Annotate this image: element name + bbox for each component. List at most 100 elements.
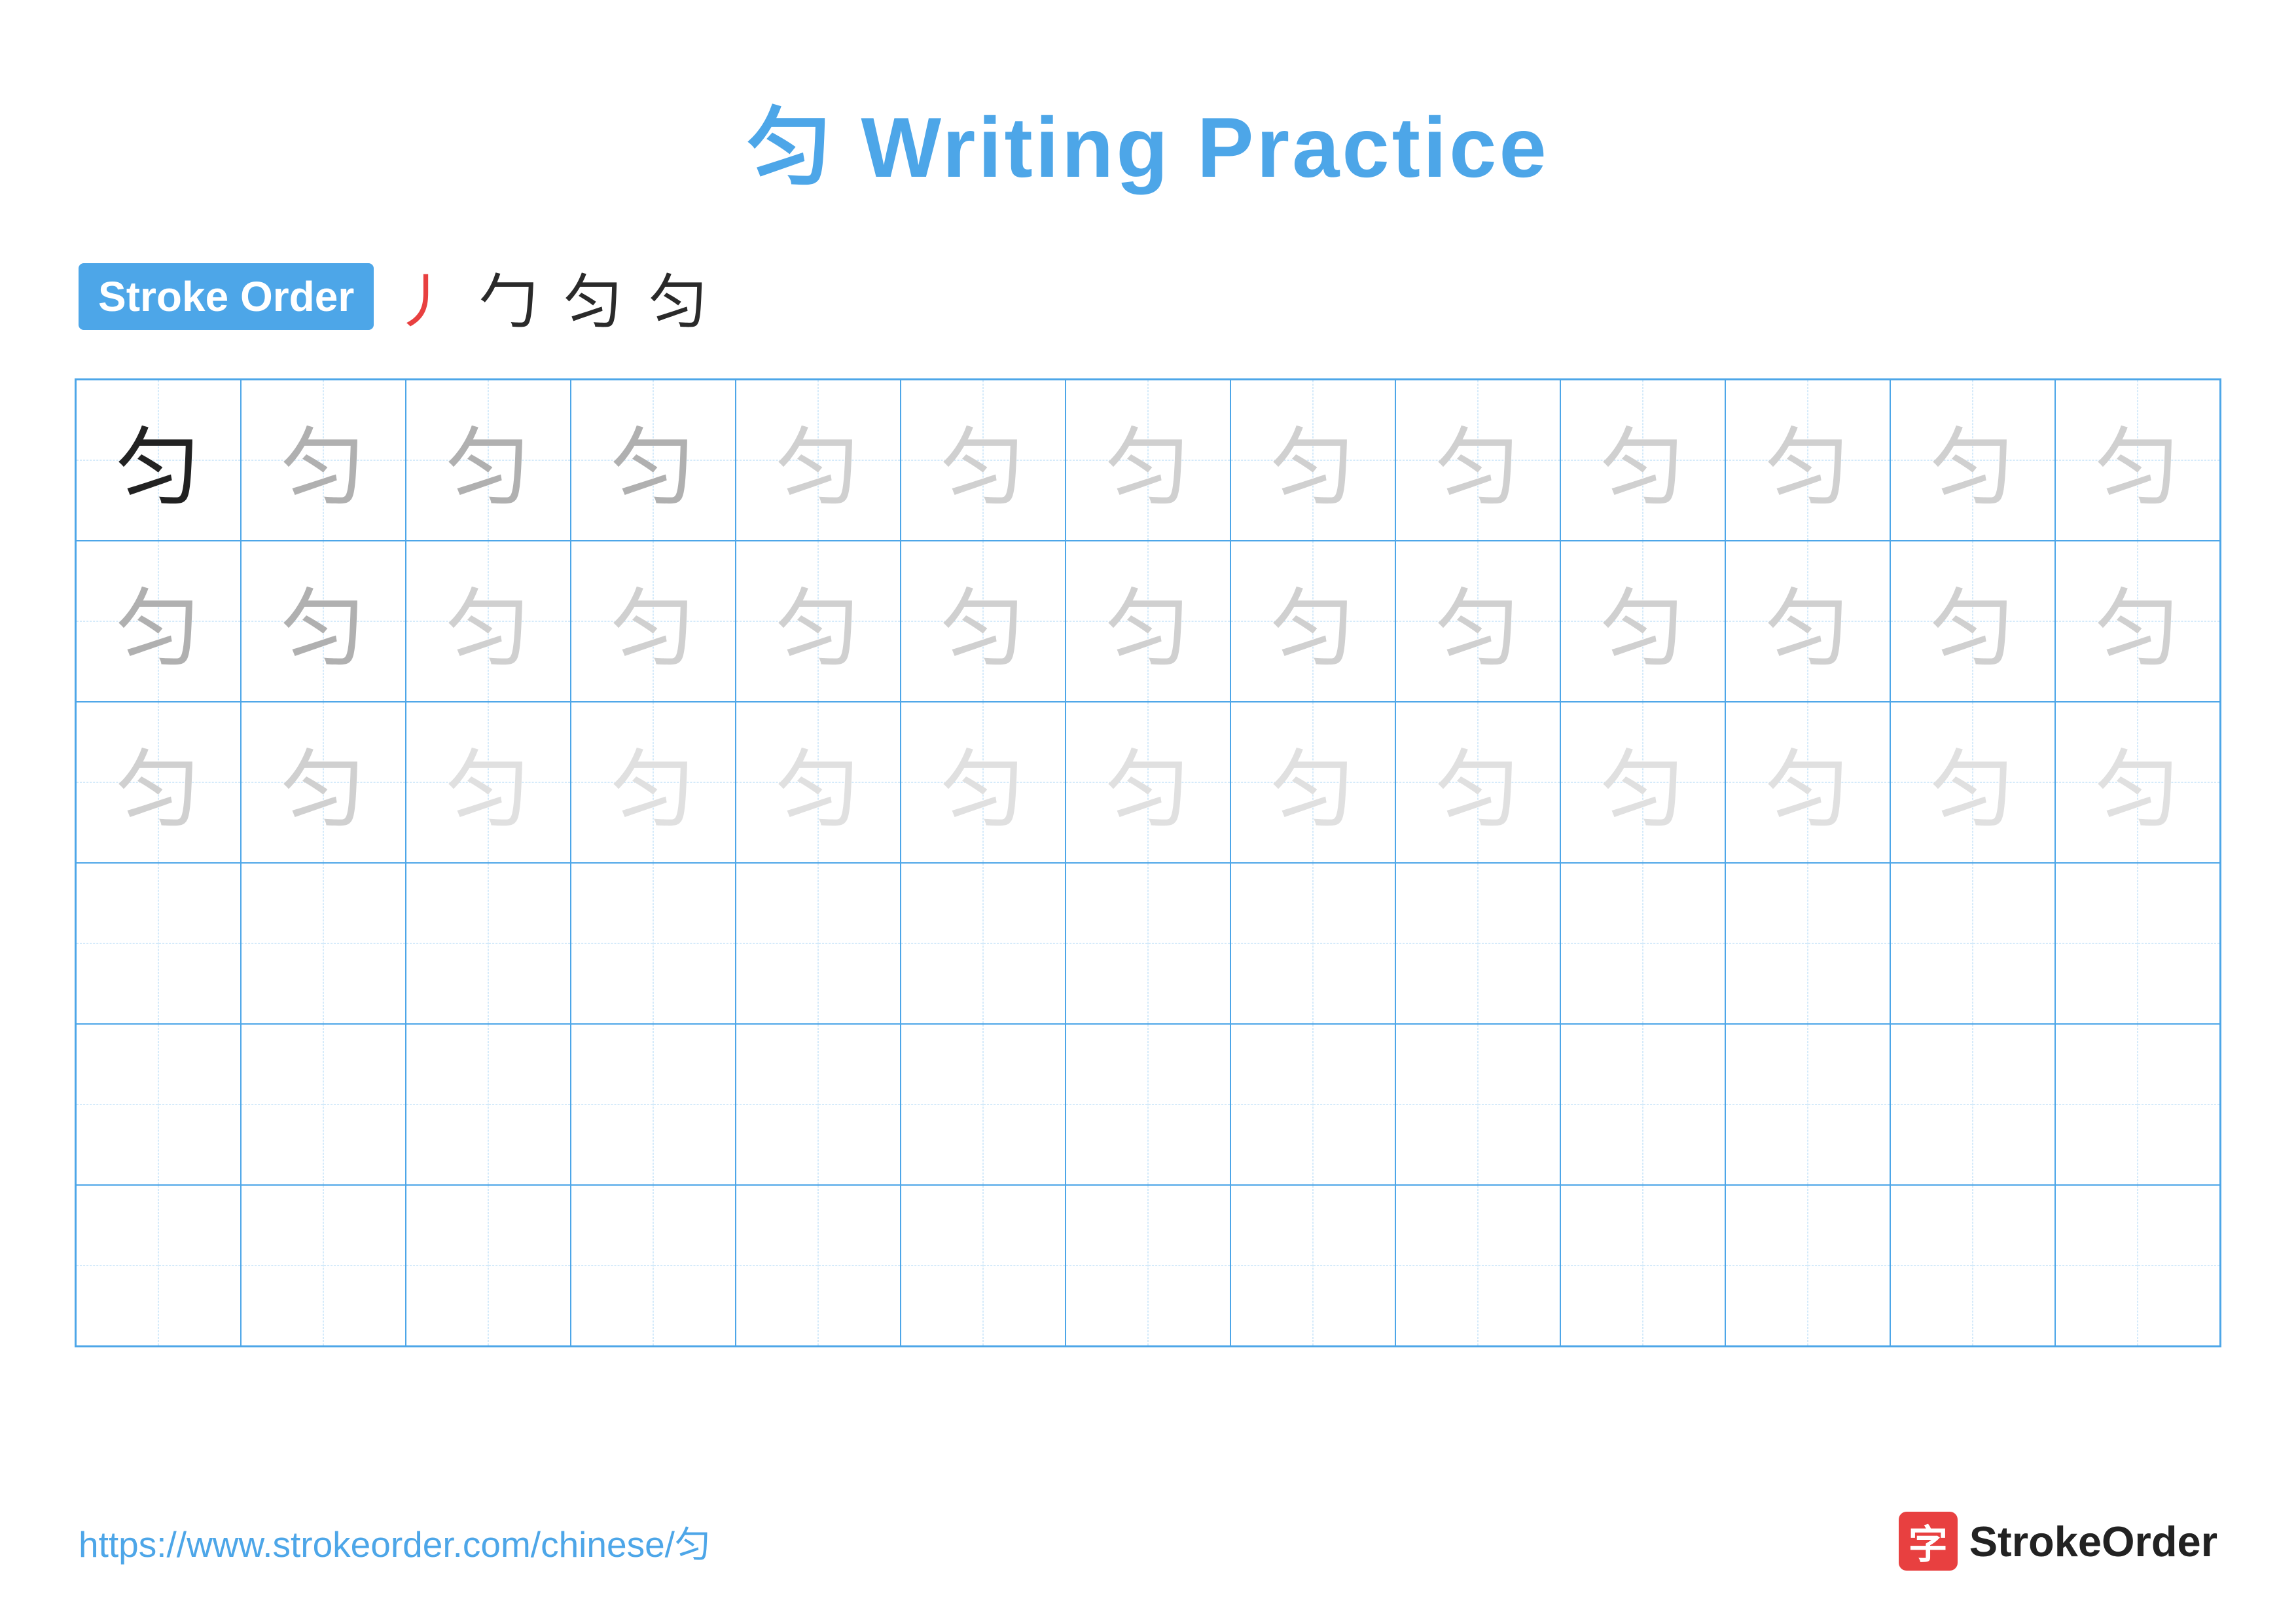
grid-cell[interactable]	[76, 863, 241, 1024]
grid-cell[interactable]	[571, 1024, 736, 1185]
grid-cell[interactable]: 匀	[2055, 380, 2220, 541]
grid-cell[interactable]: 匀	[1066, 541, 1230, 702]
practice-char: 匀	[1765, 721, 1850, 844]
grid-cell[interactable]: 匀	[406, 541, 571, 702]
grid-cell[interactable]	[406, 1185, 571, 1346]
grid-cell[interactable]	[901, 1024, 1066, 1185]
grid-cell[interactable]: 匀	[406, 380, 571, 541]
practice-char: 匀	[1105, 721, 1191, 844]
grid-cell[interactable]	[1560, 1024, 1725, 1185]
grid-cell[interactable]: 匀	[736, 380, 901, 541]
grid-cell[interactable]	[1560, 1185, 1725, 1346]
grid-cell[interactable]	[1725, 1024, 1890, 1185]
grid-cell[interactable]	[76, 1024, 241, 1185]
grid-cell[interactable]: 匀	[1066, 380, 1230, 541]
footer-url[interactable]: https://www.strokeorder.com/chinese/匀	[79, 1515, 711, 1567]
grid-cell[interactable]: 匀	[241, 541, 406, 702]
grid-cell[interactable]: 匀	[1066, 702, 1230, 863]
grid-cell[interactable]	[1395, 1185, 1560, 1346]
grid-cell[interactable]	[1395, 1024, 1560, 1185]
grid-cell[interactable]	[1725, 1185, 1890, 1346]
grid-cell[interactable]: 匀	[1890, 702, 2055, 863]
grid-cell[interactable]	[1230, 863, 1395, 1024]
grid-cell[interactable]: 匀	[1230, 541, 1395, 702]
grid-cell[interactable]	[1066, 1024, 1230, 1185]
practice-char: 匀	[281, 399, 366, 522]
page: 匀 Writing Practice Stroke Order 丿 勹 匀 匀 …	[0, 0, 2296, 1623]
grid-cell[interactable]: 匀	[1890, 380, 2055, 541]
grid-cell[interactable]	[1230, 1185, 1395, 1346]
practice-char: 匀	[611, 721, 696, 844]
grid-cell[interactable]	[736, 863, 901, 1024]
grid-cell[interactable]	[571, 1185, 736, 1346]
footer-logo: 字 StrokeOrder	[1899, 1512, 2217, 1571]
grid-cell[interactable]	[2055, 863, 2220, 1024]
grid-cell[interactable]	[1395, 863, 1560, 1024]
practice-char: 匀	[1600, 399, 1685, 522]
grid-cell[interactable]: 匀	[1725, 702, 1890, 863]
grid-cell[interactable]: 匀	[1395, 541, 1560, 702]
grid-cell[interactable]	[901, 863, 1066, 1024]
grid-cell[interactable]	[736, 1185, 901, 1346]
grid-cell[interactable]	[1890, 1024, 2055, 1185]
grid-cell[interactable]	[1066, 1185, 1230, 1346]
grid-cell[interactable]	[1725, 863, 1890, 1024]
grid-cell[interactable]: 匀	[1395, 702, 1560, 863]
grid-cell[interactable]: 匀	[736, 702, 901, 863]
grid-cell[interactable]	[241, 863, 406, 1024]
grid-cell[interactable]: 匀	[2055, 702, 2220, 863]
grid-cell[interactable]	[1230, 1024, 1395, 1185]
grid-cell[interactable]	[1560, 863, 1725, 1024]
stroke-step-1: 丿	[393, 254, 452, 339]
grid-cell[interactable]: 匀	[1395, 380, 1560, 541]
grid-cell[interactable]: 匀	[76, 541, 241, 702]
grid-cell[interactable]: 匀	[76, 702, 241, 863]
grid-cell[interactable]	[76, 1185, 241, 1346]
practice-char: 匀	[1270, 399, 1355, 522]
grid-cell[interactable]: 匀	[241, 380, 406, 541]
grid-cell[interactable]: 匀	[571, 702, 736, 863]
stroke-steps: 丿 勹 匀 匀	[393, 254, 708, 339]
grid-cell[interactable]: 匀	[901, 380, 1066, 541]
grid-cell[interactable]	[2055, 1185, 2220, 1346]
grid-cell[interactable]	[406, 863, 571, 1024]
grid-cell[interactable]: 匀	[1725, 380, 1890, 541]
grid-cell[interactable]	[901, 1185, 1066, 1346]
grid-cell[interactable]: 匀	[1725, 541, 1890, 702]
stroke-step-4: 匀	[649, 254, 708, 339]
grid-cell[interactable]	[736, 1024, 901, 1185]
practice-char: 匀	[1930, 560, 2015, 683]
grid-cell[interactable]: 匀	[241, 702, 406, 863]
grid-cell[interactable]: 匀	[901, 702, 1066, 863]
grid-cell[interactable]: 匀	[736, 541, 901, 702]
stroke-order-badge: Stroke Order	[79, 263, 374, 330]
grid-cell[interactable]: 匀	[1560, 702, 1725, 863]
grid-cell[interactable]: 匀	[1890, 541, 2055, 702]
grid-cell[interactable]: 匀	[406, 702, 571, 863]
grid-cell[interactable]	[1066, 863, 1230, 1024]
grid-cell[interactable]: 匀	[1560, 380, 1725, 541]
grid-cell[interactable]	[241, 1185, 406, 1346]
practice-char: 匀	[1270, 560, 1355, 683]
practice-char: 匀	[116, 721, 201, 844]
grid-cell[interactable]: 匀	[571, 380, 736, 541]
grid-cell[interactable]: 匀	[1230, 702, 1395, 863]
grid-cell[interactable]: 匀	[76, 380, 241, 541]
practice-grid: 匀匀匀匀匀匀匀匀匀匀匀匀匀匀匀匀匀匀匀匀匀匀匀匀匀匀匀匀匀匀匀匀匀匀匀匀匀匀匀	[75, 378, 2221, 1347]
practice-char: 匀	[1435, 560, 1520, 683]
grid-cell[interactable]	[406, 1024, 571, 1185]
grid-cell[interactable]	[1890, 863, 2055, 1024]
practice-char: 匀	[446, 399, 531, 522]
grid-cell[interactable]: 匀	[571, 541, 736, 702]
grid-cell[interactable]: 匀	[1560, 541, 1725, 702]
grid-cell[interactable]: 匀	[2055, 541, 2220, 702]
practice-char: 匀	[1765, 560, 1850, 683]
grid-cell[interactable]	[241, 1024, 406, 1185]
grid-cell[interactable]	[571, 863, 736, 1024]
practice-char: 匀	[1765, 399, 1850, 522]
grid-cell[interactable]	[1890, 1185, 2055, 1346]
grid-cell[interactable]: 匀	[901, 541, 1066, 702]
practice-char: 匀	[611, 560, 696, 683]
grid-cell[interactable]	[2055, 1024, 2220, 1185]
grid-cell[interactable]: 匀	[1230, 380, 1395, 541]
